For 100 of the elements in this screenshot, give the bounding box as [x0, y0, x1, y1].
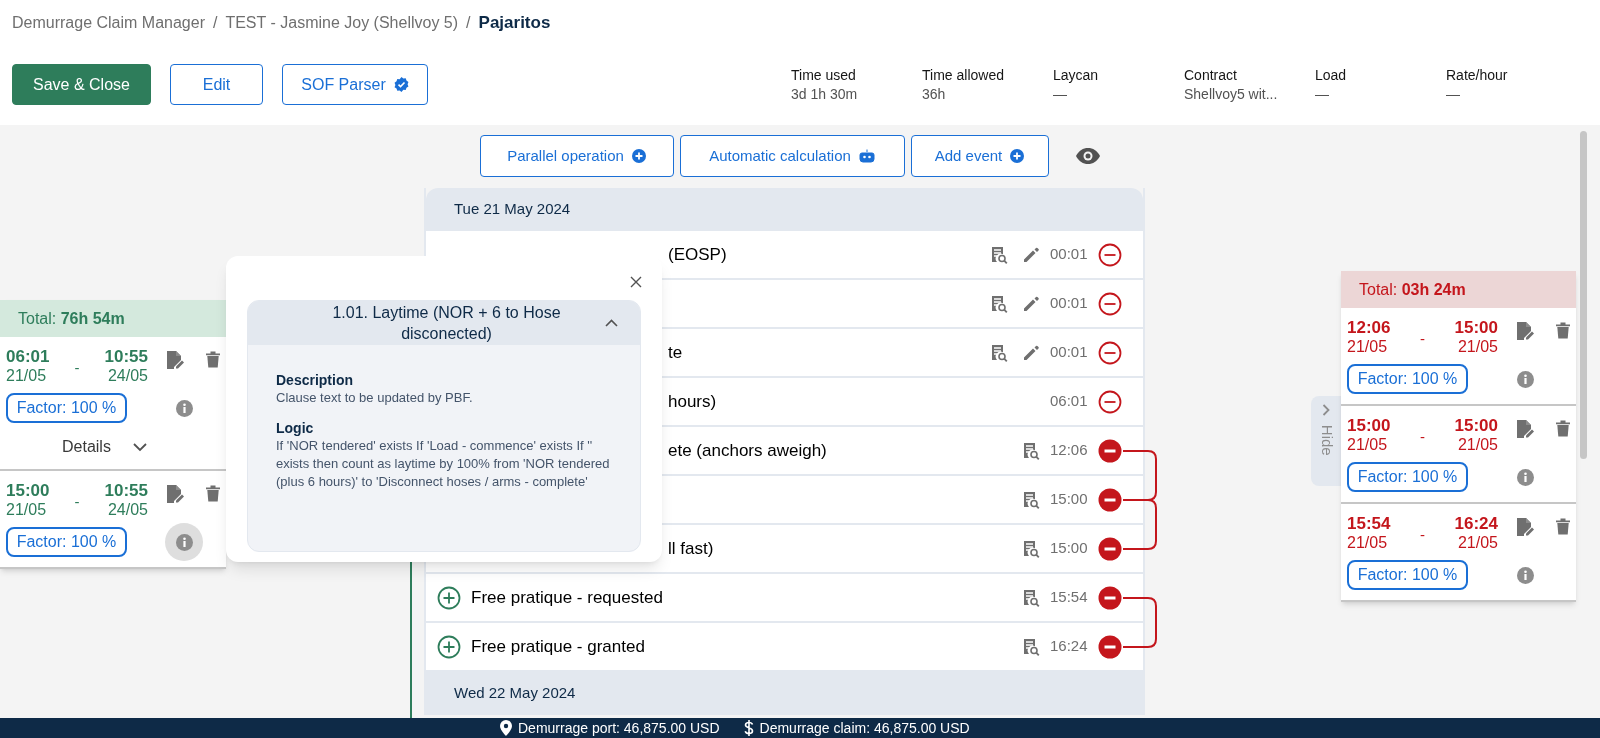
period-separator: -	[1420, 329, 1425, 349]
period-date: 24/05	[107, 366, 148, 385]
chevron-right-icon[interactable]	[1322, 404, 1330, 416]
details-toggle[interactable]: Details	[62, 433, 147, 461]
chevron-up-icon[interactable]	[605, 319, 618, 327]
period-separator: -	[1420, 427, 1425, 447]
breadcrumb-separator: /	[466, 13, 471, 33]
period-date: 21/05	[1347, 435, 1388, 454]
remove-icon[interactable]	[1098, 487, 1122, 512]
plus-icon	[631, 149, 646, 163]
document-search-icon[interactable]	[1022, 441, 1040, 460]
event-time: 00:01	[1050, 293, 1088, 314]
period-time: 15:00	[1454, 416, 1498, 435]
edit-document-icon[interactable]	[166, 484, 184, 504]
trash-icon[interactable]	[1556, 518, 1570, 535]
document-search-icon[interactable]	[1022, 539, 1040, 558]
breadcrumb-link[interactable]: Demurrage Claim Manager	[12, 11, 205, 35]
period-time: 12:06	[1347, 318, 1391, 337]
footer-text: Demurrage port: 46,875.00 USD	[518, 719, 720, 737]
stat-label: Laycan	[1053, 65, 1100, 85]
period-time: 15:00	[6, 481, 50, 500]
remove-icon[interactable]	[1098, 438, 1122, 463]
accordion-header[interactable]: 1.01. Laytime (NOR + 6 to Hose disconected)	[248, 301, 640, 345]
header-button[interactable]: Save & Close	[12, 64, 151, 105]
stat-label: Rate/hour	[1446, 65, 1509, 85]
add-icon[interactable]	[437, 634, 461, 659]
document-search-icon[interactable]	[990, 294, 1008, 313]
toolbar-button[interactable]: Add event	[910, 135, 1049, 177]
event-name: Free pratique - granted	[471, 635, 645, 658]
remove-icon[interactable]	[1098, 536, 1122, 561]
scrollbar[interactable]	[1580, 131, 1587, 459]
plus-icon	[1010, 149, 1025, 163]
period-date: 21/05	[1457, 435, 1498, 454]
event-row[interactable]: Free pratique - granted 16:24	[426, 623, 1143, 672]
remove-icon[interactable]	[1098, 242, 1122, 267]
remove-icon[interactable]	[1098, 340, 1122, 365]
period-time: 15:54	[1347, 514, 1391, 533]
stat-value: Shellvoy5 wit...	[1184, 84, 1279, 104]
info-icon[interactable]	[175, 533, 193, 551]
period-date: 21/05	[6, 500, 47, 519]
pencil-icon[interactable]	[1022, 245, 1040, 264]
factor-badge: Factor: 100 %	[1347, 364, 1468, 394]
period-time: 16:24	[1454, 514, 1498, 533]
total-text: Total: 76h 54m	[18, 308, 125, 329]
hide-tab[interactable]: Hide	[1311, 396, 1341, 486]
section-heading: Logic	[276, 419, 315, 437]
info-icon[interactable]	[1516, 468, 1534, 486]
trash-icon[interactable]	[206, 485, 220, 502]
verified-icon	[393, 77, 409, 92]
period-time: 10:55	[104, 347, 148, 366]
breadcrumb-link[interactable]: TEST - Jasmine Joy (Shellvoy 5)	[225, 11, 459, 35]
section-heading: Description	[276, 371, 354, 389]
pencil-icon[interactable]	[1022, 294, 1040, 313]
toolbar-button[interactable]: Automatic calculation	[679, 135, 905, 177]
trash-icon[interactable]	[1556, 322, 1570, 339]
event-time: 00:01	[1050, 342, 1088, 363]
info-button[interactable]	[165, 523, 203, 561]
document-search-icon[interactable]	[1022, 637, 1040, 656]
breadcrumb-separator: /	[212, 13, 218, 33]
remove-icon[interactable]	[1098, 585, 1122, 610]
header-button[interactable]: Edit	[170, 64, 263, 105]
factor-badge: Factor: 100 %	[1347, 462, 1468, 492]
info-icon[interactable]	[1516, 370, 1534, 388]
remove-icon[interactable]	[1098, 291, 1122, 316]
trash-icon[interactable]	[1556, 420, 1570, 437]
event-row[interactable]: Free pratique - requested 15:54	[426, 574, 1143, 623]
info-icon[interactable]	[175, 399, 193, 417]
document-search-icon[interactable]	[990, 343, 1008, 362]
stat-label: Time used	[791, 65, 857, 85]
trash-icon[interactable]	[206, 351, 220, 368]
stat-label: Load	[1315, 65, 1348, 85]
page-title: Pajaritos	[478, 12, 551, 35]
header-button[interactable]: SOF Parser	[282, 64, 428, 105]
remove-icon[interactable]	[1098, 389, 1122, 414]
edit-document-icon[interactable]	[1516, 517, 1534, 537]
period-time: 15:00	[1454, 318, 1498, 337]
period-date: 21/05	[1457, 533, 1498, 552]
close-icon[interactable]	[630, 276, 642, 288]
toolbar-button[interactable]: Parallel operation	[479, 135, 674, 177]
stat-value: —	[1315, 84, 1330, 104]
eye-icon[interactable]	[1074, 147, 1101, 165]
edit-document-icon[interactable]	[166, 350, 184, 370]
pencil-icon[interactable]	[1022, 343, 1040, 362]
event-time: 15:54	[1050, 587, 1088, 608]
period-date: 21/05	[1347, 337, 1388, 356]
event-name: hours)	[668, 390, 717, 413]
document-search-icon[interactable]	[1022, 588, 1040, 607]
event-time: 12:06	[1050, 440, 1088, 461]
period-separator: -	[1420, 525, 1425, 545]
edit-document-icon[interactable]	[1516, 419, 1534, 439]
remove-icon[interactable]	[1098, 634, 1122, 659]
edit-document-icon[interactable]	[1516, 321, 1534, 341]
document-search-icon[interactable]	[990, 245, 1008, 264]
event-time: 15:00	[1050, 489, 1088, 510]
info-icon[interactable]	[1516, 566, 1534, 584]
chevron-down-icon[interactable]	[132, 442, 147, 452]
document-search-icon[interactable]	[1022, 490, 1040, 509]
add-icon[interactable]	[437, 585, 461, 610]
event-name: ete (anchors aweigh)	[668, 439, 827, 462]
stat-value: —	[1053, 84, 1068, 104]
